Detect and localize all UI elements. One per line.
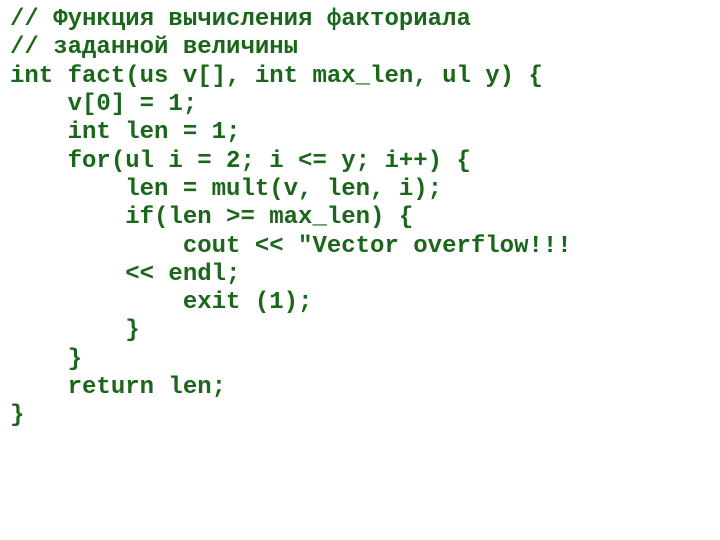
- code-block: // Функция вычисления факториала // зада…: [0, 0, 720, 437]
